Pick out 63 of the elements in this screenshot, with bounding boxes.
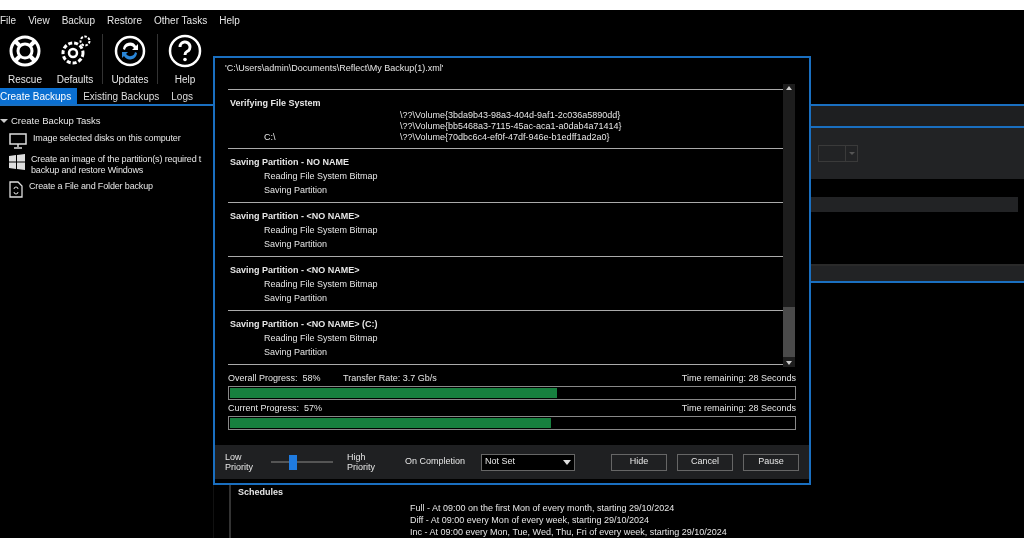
log-heading: Saving Partition - <NO NAME> — [229, 210, 361, 223]
document-icon — [9, 181, 23, 199]
menu-item[interactable]: Restore — [107, 12, 154, 28]
dropdown-field[interactable] — [818, 144, 858, 162]
menu-item[interactable]: Backup — [61, 12, 107, 28]
tree-item[interactable]: Create an image of the partition(s) required t backup and restore Windows — [31, 154, 202, 177]
schedule-line: Full - At 09:00 on the first Mon of every month, starting 29/10/2024 — [410, 502, 676, 514]
schedule-line: Diff - At 09:00 every Mon of every week, starting 29/10/2024 — [410, 514, 650, 526]
dialog-button[interactable]: Pause — [743, 453, 799, 471]
toolbar-button[interactable]: Help — [160, 34, 210, 87]
tree-item[interactable]: Create a File and Folder backup — [29, 181, 153, 193]
tab[interactable]: Existing Backups — [77, 88, 166, 104]
on-completion-label: On Completion — [405, 455, 466, 469]
log-line: Reading File System Bitmap — [264, 333, 378, 343]
toolbar-button[interactable]: Defaults — [50, 34, 100, 87]
priority-label: Low Priority — [225, 452, 254, 472]
expand-icon[interactable] — [0, 119, 8, 124]
menu-item[interactable]: File — [0, 12, 29, 28]
menu-item[interactable]: Other Tasks — [154, 12, 220, 28]
monitor-icon — [9, 133, 27, 150]
volume-path: \??\Volume{3bda9b43-98a3-404d-9af1-2c036a5890dd} — [400, 110, 621, 121]
priority-label: High Priority — [347, 452, 376, 472]
tab[interactable]: Logs — [165, 88, 199, 104]
tree-heading: Create Backup Tasks — [11, 114, 101, 128]
tree-item[interactable]: Image selected disks on this computer — [33, 133, 181, 145]
refresh-icon — [113, 34, 147, 68]
menu-item[interactable]: Help — [219, 12, 252, 28]
transfer-rate: Transfer Rate: 3.7 Gb/s — [343, 371, 437, 385]
log-line: C:\ — [264, 132, 276, 142]
caret-icon — [845, 145, 857, 161]
help-icon — [168, 34, 202, 68]
toolbar-button[interactable]: Updates — [105, 34, 155, 87]
log-line: Reading File System Bitmap — [264, 171, 378, 181]
scrollbar[interactable] — [783, 84, 795, 367]
priority-slider[interactable] — [271, 452, 333, 472]
menu-item[interactable]: View — [28, 12, 62, 28]
slider-thumb[interactable] — [288, 455, 297, 470]
on-completion-dropdown[interactable]: Not Set — [481, 453, 575, 471]
progress-label: Current Progress: 57% — [228, 401, 324, 415]
log-heading: Saving Partition - NO NAME — [229, 156, 350, 169]
log-heading: Saving Partition - <NO NAME> (C:) — [229, 318, 379, 331]
tab[interactable]: Create Backups — [0, 88, 78, 104]
log-heading: Verifying File System — [229, 97, 322, 110]
progress-label: Overall Progress: 58% — [228, 371, 322, 385]
schedule-line: Inc - At 09:00 every Mon, Tue, Wed, Thu, Fri of every week, starting 29/10/2024 — [410, 526, 728, 538]
log-line: Saving Partition — [264, 293, 328, 303]
schedules-heading: Schedules — [238, 486, 285, 500]
lifebuoy-icon — [8, 34, 42, 68]
volume-path: \??\Volume{70dbc6c4-ef0f-47df-946e-b1edff1ad2a0} — [400, 132, 610, 143]
windows-icon — [9, 154, 25, 171]
log-line: Reading File System Bitmap — [264, 225, 378, 235]
volume-path: \??\Volume{bb5468a3-7115-45ac-aca1-a0dab4a71414} — [400, 121, 622, 132]
time-remaining: Time remaining: 28 Seconds — [681, 401, 796, 415]
log-line: Reading File System Bitmap — [264, 279, 378, 289]
log-heading: Saving Partition - <NO NAME> — [229, 264, 361, 277]
log-line: Saving Partition — [264, 185, 328, 195]
log-line: Saving Partition — [264, 239, 328, 249]
dialog-button[interactable]: Cancel — [677, 453, 733, 471]
time-remaining: Time remaining: 28 Seconds — [681, 371, 796, 385]
toolbar-button[interactable]: Rescue — [0, 34, 50, 87]
log-line: Saving Partition — [264, 347, 328, 357]
file-path: 'C:\Users\admin\Documents\Reflect\My Backup(1).xml' — [224, 62, 445, 75]
dialog-button[interactable]: Hide — [611, 453, 667, 471]
